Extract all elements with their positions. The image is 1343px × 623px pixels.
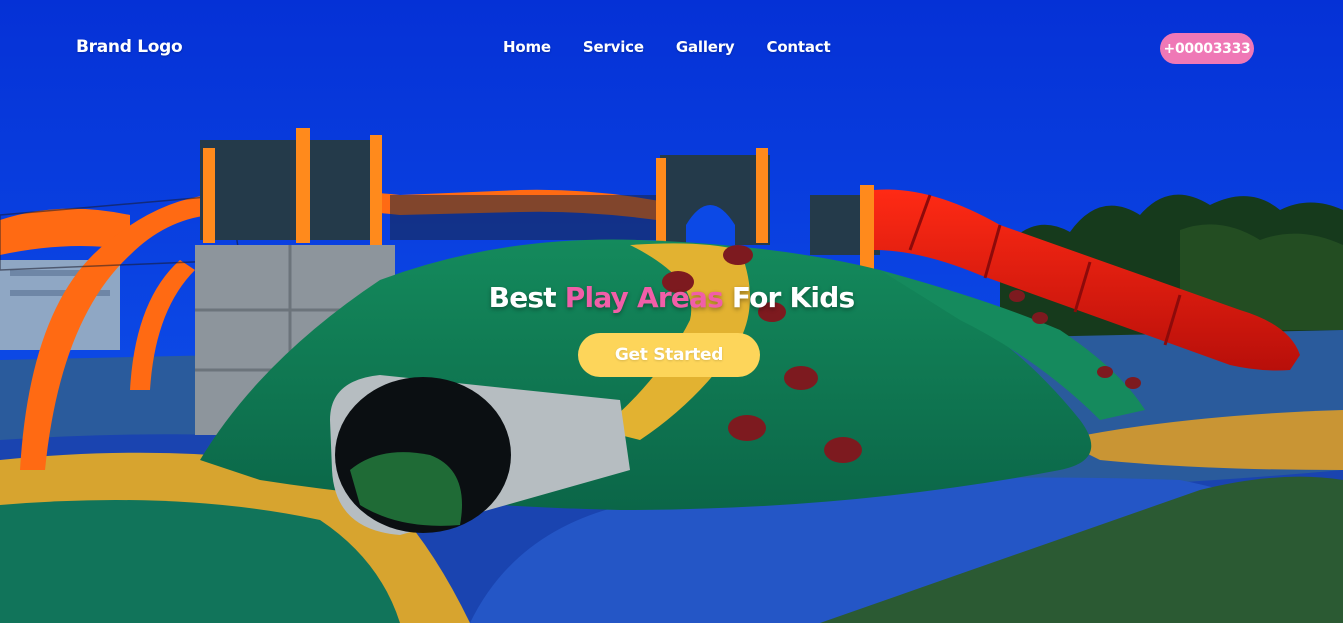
nav-link-contact[interactable]: Contact bbox=[767, 38, 831, 56]
phone-number-button[interactable]: +00003333 bbox=[1160, 33, 1254, 64]
navbar: Brand Logo Home Service Gallery Contact … bbox=[0, 0, 1343, 96]
nav-link-gallery[interactable]: Gallery bbox=[676, 38, 735, 56]
hero-headline: Best Play Areas For Kids bbox=[0, 281, 1343, 314]
nav-links: Home Service Gallery Contact bbox=[503, 38, 862, 56]
headline-text-start: Best bbox=[488, 281, 565, 314]
brand-logo[interactable]: Brand Logo bbox=[76, 37, 183, 57]
headline-accent-text: Play Areas bbox=[564, 281, 724, 314]
nav-link-service[interactable]: Service bbox=[583, 38, 644, 56]
nav-link-home[interactable]: Home bbox=[503, 38, 551, 56]
headline-text-end: For Kids bbox=[722, 281, 855, 314]
hero-section: Brand Logo Home Service Gallery Contact … bbox=[0, 0, 1343, 623]
get-started-button[interactable]: Get Started bbox=[578, 333, 760, 377]
